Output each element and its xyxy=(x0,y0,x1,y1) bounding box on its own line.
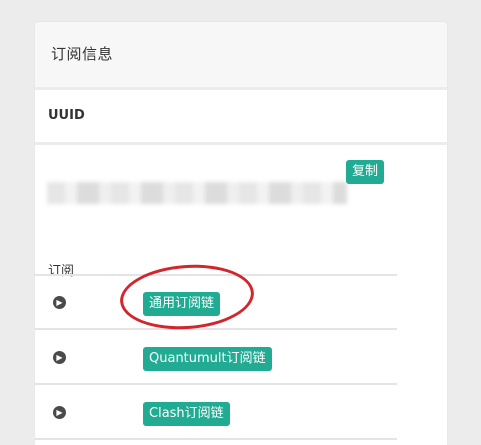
chevron-right-circle-icon[interactable]: ▶ xyxy=(53,351,66,364)
divider xyxy=(35,383,397,385)
divider xyxy=(35,142,447,145)
subscription-info-card: 订阅信息 UUID 1a2b3c4d-5e6f-7a8b-9c0d-1e2f3a… xyxy=(35,22,447,445)
clash-subscription-link-button[interactable]: Clash订阅链 xyxy=(143,402,230,426)
chevron-right-circle-icon[interactable]: ▶ xyxy=(53,406,66,419)
subscription-label: 订阅 xyxy=(48,264,75,279)
card-title: 订阅信息 xyxy=(51,45,114,63)
chevron-right-circle-icon[interactable]: ▶ xyxy=(53,296,66,309)
card-header: 订阅信息 xyxy=(35,22,447,87)
uuid-row xyxy=(35,90,447,144)
uuid-value: 1a2b3c4d-5e6f-7a8b-9c0d-1e2f3a4b5c6d xyxy=(47,182,347,204)
divider xyxy=(35,328,397,330)
copy-button[interactable]: 复制 xyxy=(346,160,385,184)
quantumult-subscription-link-button[interactable]: Quantumult订阅链 xyxy=(143,347,272,371)
divider xyxy=(35,438,397,440)
uuid-label: UUID xyxy=(48,108,85,123)
